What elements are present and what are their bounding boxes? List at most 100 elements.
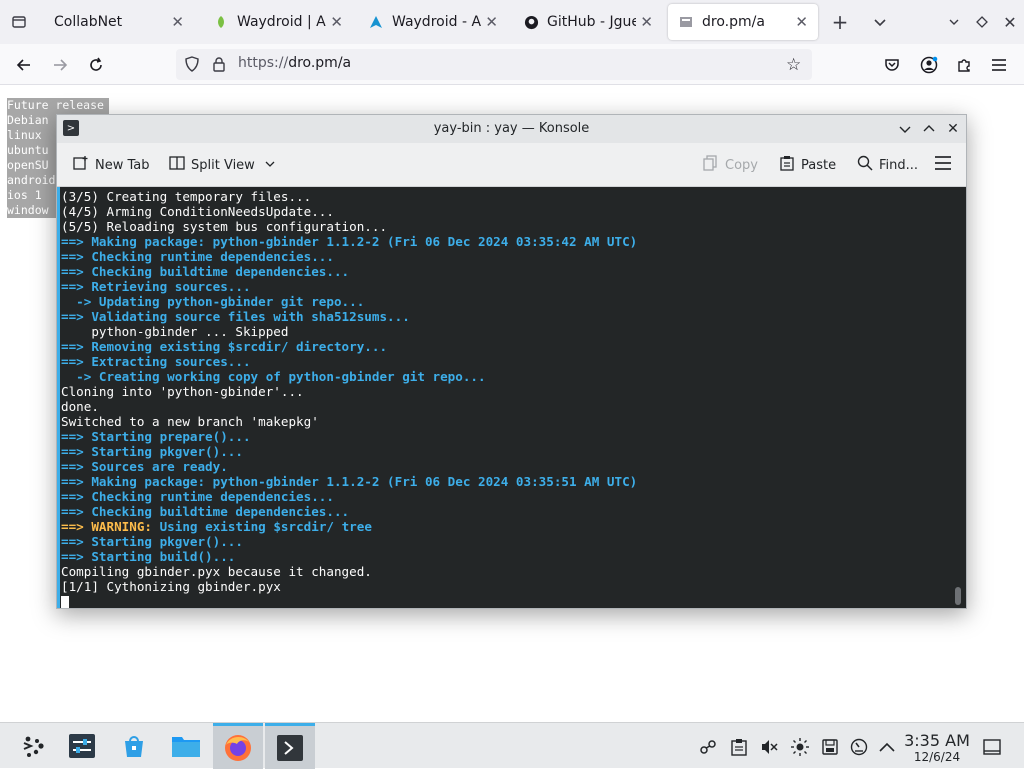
new-tab-label: New Tab <box>95 157 150 173</box>
tab-github[interactable]: GitHub - Jguer/ ✕ <box>513 4 663 40</box>
firefox-icon[interactable] <box>213 723 263 769</box>
system-settings-icon[interactable] <box>57 723 107 769</box>
volume-muted-icon[interactable] <box>758 736 780 758</box>
terminal-text-segment: ==> Starting prepare()... <box>61 429 251 444</box>
show-hidden-tray-chevron-icon[interactable] <box>876 736 898 758</box>
battery-gauge-icon[interactable] <box>848 736 870 758</box>
terminal-text-segment: ==> Retrieving sources... <box>61 279 251 294</box>
terminal-line: ==> Starting build()... <box>61 549 637 564</box>
terminal-line: ==> WARNING: Using existing $srcdir/ tre… <box>61 519 637 534</box>
minimize-chevron-icon[interactable] <box>895 119 915 139</box>
url-scheme: https:// <box>238 55 289 71</box>
terminal-text-segment: ==> <box>61 519 92 534</box>
list-all-tabs-chevron-icon[interactable] <box>868 10 892 34</box>
tab-title: Waydroid | And <box>237 14 326 30</box>
extensions-puzzle-icon[interactable] <box>951 52 977 78</box>
find-button[interactable]: Find... <box>857 154 918 176</box>
application-launcher-icon[interactable] <box>8 723 58 769</box>
terminal-text-segment: ==> Checking runtime dependencies... <box>61 249 334 264</box>
account-avatar-icon[interactable] <box>916 52 942 78</box>
page-text-line: Future release <box>7 98 109 113</box>
split-view-button[interactable]: Split View <box>169 154 275 176</box>
tab-close-icon[interactable]: ✕ <box>485 13 498 31</box>
window-maximize-icon[interactable] <box>970 10 994 34</box>
tab-waydroid-arch[interactable]: Waydroid - Arch ✕ <box>358 4 508 40</box>
terminal-text-segment: -> Creating working copy of python-gbind… <box>61 369 486 384</box>
kde-connect-icon[interactable] <box>697 736 719 758</box>
maximize-chevron-icon[interactable] <box>919 119 939 139</box>
terminal-output[interactable]: (3/5) Creating temporary files... (4/5) A… <box>57 187 966 608</box>
terminal-text-segment: ==> Validating source files with sha512s… <box>61 309 410 324</box>
tab-dro-pm[interactable]: dro.pm/a ✕ <box>668 4 818 40</box>
terminal-text-segment: Switched to a new branch 'makepkg' <box>61 414 319 429</box>
terminal-text-segment: ==> Starting pkgver()... <box>61 444 243 459</box>
terminal-text-segment: Compiling gbinder.pyx because it changed… <box>61 564 372 579</box>
pocket-icon[interactable] <box>879 52 905 78</box>
copy-button[interactable]: Copy <box>703 154 758 176</box>
terminal-text-segment: ==> Starting pkgver()... <box>61 534 243 549</box>
terminal-line: ==> Validating source files with sha512s… <box>61 309 637 324</box>
url-text: https://dro.pm/a <box>238 55 351 71</box>
discover-store-icon[interactable] <box>109 723 159 769</box>
reload-icon[interactable] <box>83 52 109 78</box>
window-close-icon[interactable]: ✕ <box>998 10 1022 34</box>
clipboard-icon[interactable] <box>728 736 750 758</box>
brightness-icon[interactable] <box>789 736 811 758</box>
dolphin-files-icon[interactable] <box>161 723 211 769</box>
konsole-menu-button[interactable] <box>935 154 951 176</box>
close-x-icon[interactable]: ✕ <box>943 119 963 139</box>
terminal-line: Cloning into 'python-gbinder'... <box>61 384 637 399</box>
forward-arrow-icon[interactable] <box>47 52 73 78</box>
terminal-scrollbar[interactable] <box>955 587 961 605</box>
taskbar-panel <box>0 722 1024 769</box>
terminal-line: ==> Checking runtime dependencies... <box>61 489 637 504</box>
terminal-line: ==> Making package: python-gbinder 1.1.2… <box>61 474 637 489</box>
tab-close-icon[interactable]: ✕ <box>171 13 184 31</box>
tab-collabnet[interactable]: CollabNet ✕ <box>44 4 194 40</box>
digital-clock[interactable]: 3:35 AM 12/6/24 <box>900 731 974 765</box>
back-arrow-icon[interactable] <box>11 52 37 78</box>
terminal-line: (4/5) Arming ConditionNeedsUpdate... <box>61 204 637 219</box>
new-tab-plus-icon[interactable]: + <box>828 10 852 34</box>
tab-title: CollabNet <box>54 14 123 30</box>
storage-disk-icon[interactable] <box>819 736 841 758</box>
show-desktop-icon[interactable] <box>981 736 1003 758</box>
terminal-line: ==> Checking buildtime dependencies... <box>61 504 637 519</box>
window-minimize-icon[interactable] <box>942 10 966 34</box>
firefox-view-icon[interactable] <box>7 10 31 34</box>
terminal-line: (3/5) Creating temporary files... <box>61 189 637 204</box>
tracking-protection-shield-icon[interactable] <box>184 56 200 76</box>
terminal-line: ==> Making package: python-gbinder 1.1.2… <box>61 234 637 249</box>
terminal-text-segment: (3/5) Creating temporary files... <box>61 189 312 204</box>
address-bar[interactable]: https://dro.pm/a ☆ <box>176 49 812 80</box>
tab-close-icon[interactable]: ✕ <box>795 13 808 31</box>
konsole-window: > yay-bin : yay — Konsole ✕ New Tab Spli… <box>56 114 967 609</box>
paste-button[interactable]: Paste <box>779 154 836 176</box>
github-icon <box>523 14 539 30</box>
terminal-text-segment: ==> Making package: python-gbinder 1.1.2… <box>61 234 638 249</box>
tab-title: GitHub - Jguer/ <box>547 14 637 30</box>
terminal-text-segment: [1/1] Cythonizing gbinder.pyx <box>61 579 281 594</box>
konsole-titlebar[interactable]: > yay-bin : yay — Konsole ✕ <box>57 115 966 143</box>
terminal-text-segment: done. <box>61 399 99 414</box>
clock-date: 12/6/24 <box>913 750 961 764</box>
lock-icon[interactable] <box>212 56 226 76</box>
terminal-text-segment: Using existing $srcdir/ tree <box>152 519 372 534</box>
tab-waydroid-and[interactable]: Waydroid | And ✕ <box>203 4 353 40</box>
navigation-toolbar: https://dro.pm/a ☆ <box>0 44 1024 85</box>
terminal-prompt-line <box>61 594 637 608</box>
tab-close-icon[interactable]: ✕ <box>330 13 343 31</box>
find-label: Find... <box>879 157 919 173</box>
paste-clipboard-icon <box>779 155 795 175</box>
split-view-icon <box>169 155 185 175</box>
hamburger-menu-icon[interactable] <box>986 52 1012 78</box>
url-host: dro.pm/a <box>288 55 352 71</box>
waydroid-favicon-icon <box>213 14 229 30</box>
tab-close-icon[interactable]: ✕ <box>640 13 653 31</box>
split-view-dropdown-chevron-icon[interactable] <box>265 158 275 173</box>
bookmark-star-icon[interactable]: ☆ <box>786 55 801 75</box>
terminal-line: -> Updating python-gbinder git repo... <box>61 294 637 309</box>
new-tab-button[interactable]: New Tab <box>73 154 150 176</box>
konsole-icon[interactable] <box>265 723 315 769</box>
clock-time: 3:35 AM <box>904 731 970 750</box>
